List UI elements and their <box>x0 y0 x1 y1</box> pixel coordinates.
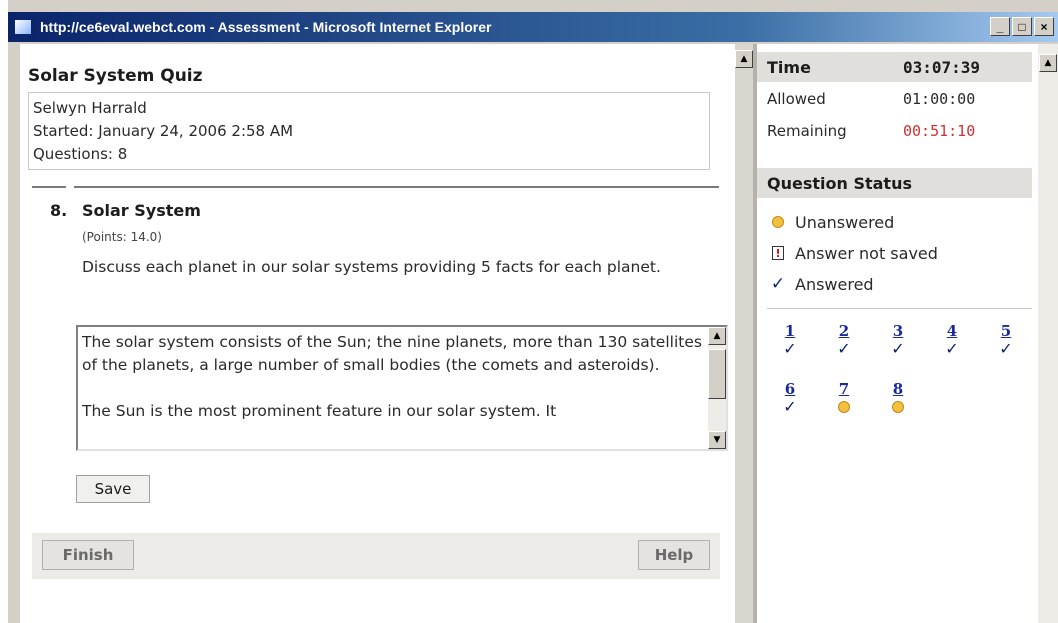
checkmark-icon: ✓ <box>770 273 786 294</box>
question-link-8[interactable]: 8 <box>883 380 913 416</box>
quiz-title: Solar System Quiz <box>28 66 203 86</box>
question-link-5[interactable]: 5 ✓ <box>991 322 1021 358</box>
allowed-label: Allowed <box>767 90 826 108</box>
time-label: Time <box>767 58 811 77</box>
allowed-value: 01:00:00 <box>903 90 976 108</box>
help-button[interactable]: Help <box>638 540 710 570</box>
legend-not-saved: ! Answer not saved <box>767 241 938 265</box>
answer-text[interactable]: The solar system consists of the Sun; th… <box>82 331 702 449</box>
window-controls: _ □ × <box>990 17 1054 36</box>
ie-page-icon <box>14 19 32 35</box>
main-scrollbar[interactable]: ▲ <box>735 44 753 623</box>
time-value: 03:07:39 <box>903 58 981 77</box>
scroll-down-icon[interactable]: ▼ <box>708 431 726 449</box>
legend-answered: ✓ Answered <box>767 272 874 296</box>
unanswered-circle-icon <box>838 401 850 413</box>
started-time: Started: January 24, 2006 2:58 AM <box>33 122 294 140</box>
question-link-4[interactable]: 4 ✓ <box>937 322 967 358</box>
student-name: Selwyn Harrald <box>33 99 147 117</box>
question-points: (Points: 14.0) <box>82 230 162 244</box>
question-link-3[interactable]: 3 ✓ <box>883 322 913 358</box>
question-title: Solar System <box>82 201 201 220</box>
finish-button[interactable]: Finish <box>42 540 134 570</box>
status-panel: Time 03:07:39 Allowed 01:00:00 Remaining… <box>757 44 1038 623</box>
legend-answered-label: Answered <box>795 274 874 294</box>
unanswered-circle-icon <box>892 401 904 413</box>
status-divider <box>767 308 1032 309</box>
unanswered-circle-icon <box>772 216 784 228</box>
scroll-thumb[interactable] <box>708 349 726 399</box>
question-link-number[interactable]: 1 <box>775 322 805 340</box>
status-panel-scrollbar[interactable]: ▲ <box>1038 44 1058 623</box>
title-bar[interactable]: http://ce6eval.webct.com - Assessment - … <box>8 12 1058 42</box>
legend-unanswered: Unanswered <box>767 210 894 234</box>
scroll-up-icon[interactable]: ▲ <box>735 50 753 68</box>
question-link-2[interactable]: 2 ✓ <box>829 322 859 358</box>
question-link-number[interactable]: 2 <box>829 322 859 340</box>
question-status-header: Question Status <box>757 168 1032 198</box>
question-link-1[interactable]: 1 ✓ <box>775 322 805 358</box>
answered-check-icon: ✓ <box>783 339 797 358</box>
question-link-6[interactable]: 6 ✓ <box>775 380 805 416</box>
answer-textarea[interactable]: The solar system consists of the Sun; th… <box>76 325 728 451</box>
question-status-label: Question Status <box>767 174 912 193</box>
legend-not-saved-label: Answer not saved <box>795 243 938 263</box>
question-link-number[interactable]: 5 <box>991 322 1021 340</box>
answered-check-icon: ✓ <box>945 339 959 358</box>
question-link-number[interactable]: 7 <box>829 380 859 398</box>
save-button[interactable]: Save <box>76 475 150 503</box>
assessment-main: Solar System Quiz Selwyn Harrald Started… <box>20 44 735 623</box>
answered-check-icon: ✓ <box>999 339 1013 358</box>
question-link-number[interactable]: 6 <box>775 380 805 398</box>
window-title: http://ce6eval.webct.com - Assessment - … <box>40 19 492 35</box>
question-number: 8. <box>50 201 68 220</box>
divider-long <box>74 186 719 188</box>
question-text: Discuss each planet in our solar systems… <box>82 258 661 276</box>
question-count: Questions: 8 <box>33 145 128 163</box>
divider-short <box>32 186 66 188</box>
question-link-number[interactable]: 3 <box>883 322 913 340</box>
close-button[interactable]: × <box>1034 17 1054 36</box>
scroll-up-icon[interactable]: ▲ <box>1039 54 1057 72</box>
maximize-button[interactable]: □ <box>1012 17 1032 36</box>
answered-check-icon: ✓ <box>783 397 797 416</box>
answer-scrollbar[interactable]: ▲ ▼ <box>708 327 726 449</box>
action-bar: Finish Help <box>32 533 720 579</box>
remaining-label: Remaining <box>767 122 847 140</box>
time-header: Time 03:07:39 <box>757 52 1032 82</box>
question-link-7[interactable]: 7 <box>829 380 859 416</box>
answered-check-icon: ✓ <box>837 339 851 358</box>
legend-unanswered-label: Unanswered <box>795 212 895 232</box>
minimize-button[interactable]: _ <box>990 17 1010 36</box>
quiz-info-box: Selwyn Harrald Started: January 24, 2006… <box>28 92 710 170</box>
question-link-number[interactable]: 8 <box>883 380 913 398</box>
remaining-value: 00:51:10 <box>903 122 976 140</box>
answered-check-icon: ✓ <box>891 339 905 358</box>
scroll-up-icon[interactable]: ▲ <box>708 327 726 345</box>
question-link-number[interactable]: 4 <box>937 322 967 340</box>
warning-exclamation-icon: ! <box>772 246 784 260</box>
